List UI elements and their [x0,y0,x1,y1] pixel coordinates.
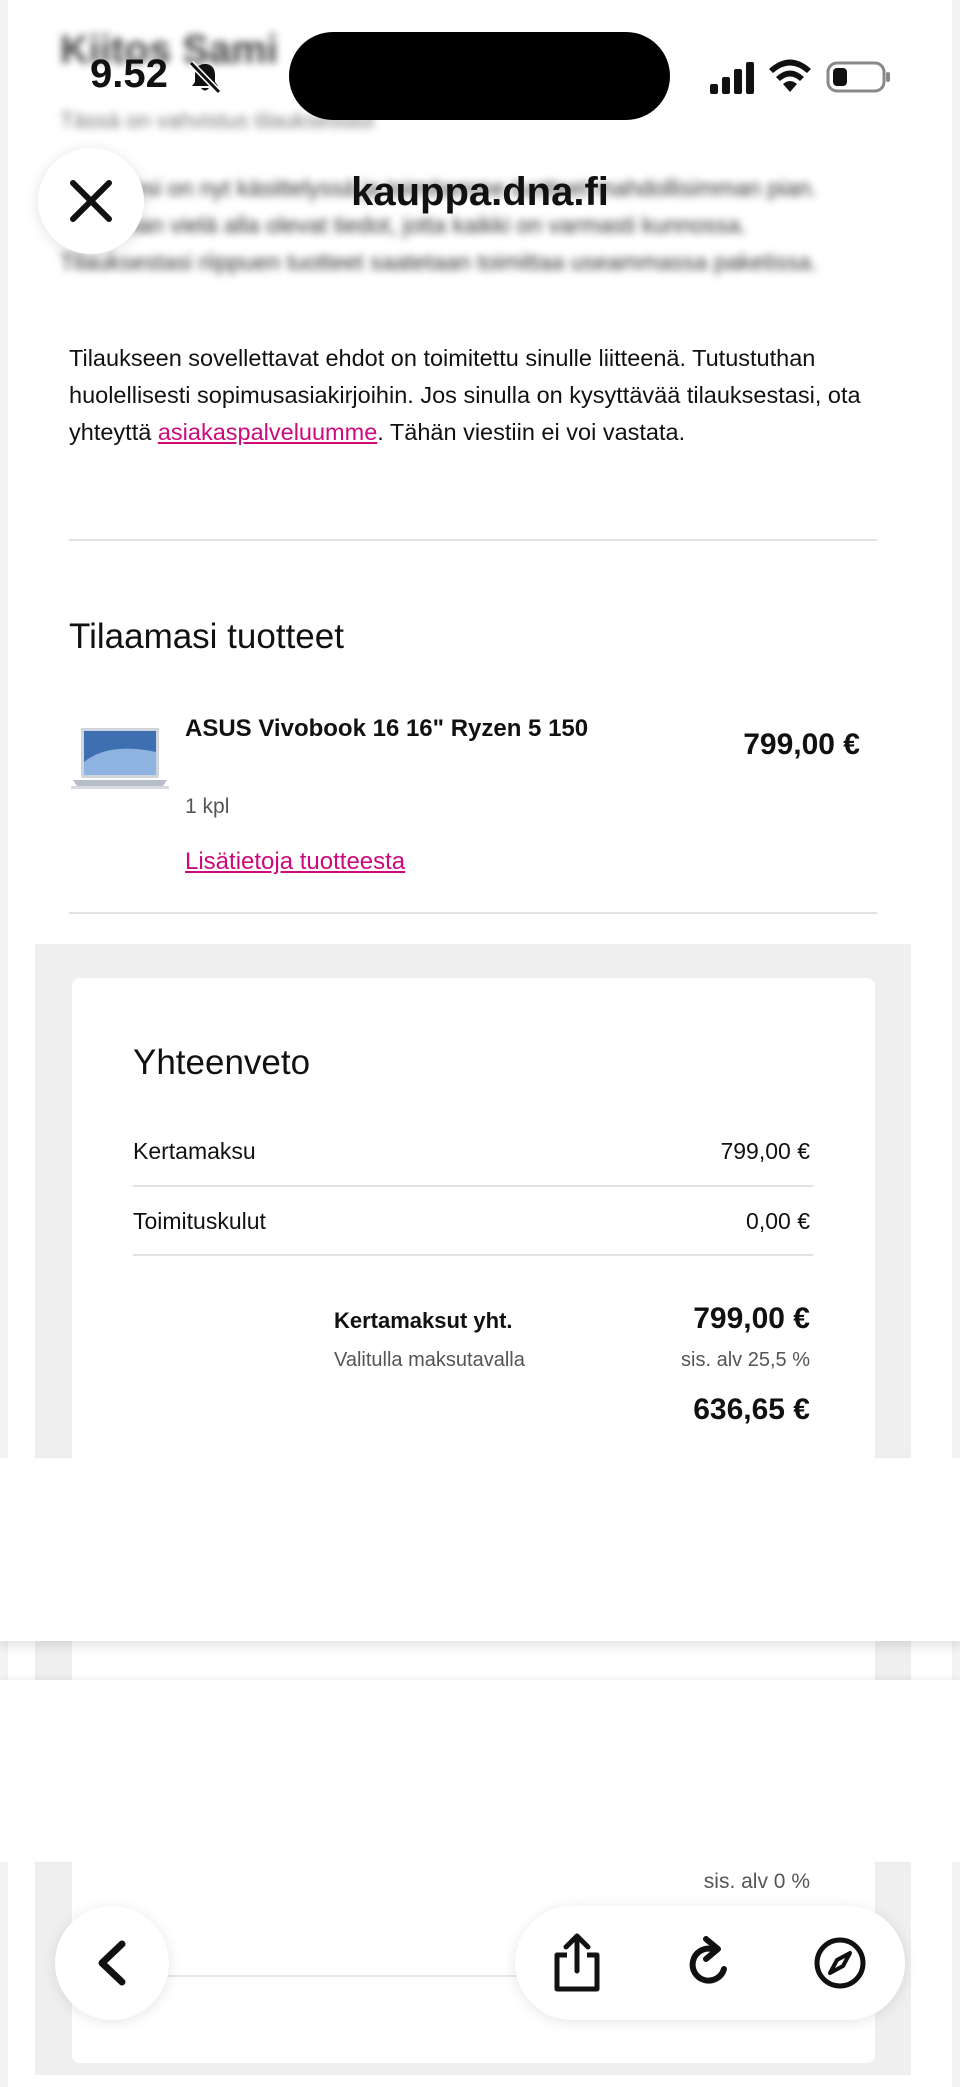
overlay-band [0,1680,960,1862]
share-icon [554,1933,600,1992]
toolbar [515,1906,905,2020]
summary-row-value: 799,00 € [720,1138,810,1164]
divider [69,912,877,914]
reload-icon [689,1936,727,1984]
row-divider [133,1185,813,1187]
summary-title: Yhteenveto [133,1043,311,1082]
bell-muted-icon [188,60,222,95]
bottom-vat: sis. alv 0 % [703,1870,810,1893]
chevron-left-icon [98,1940,126,1986]
cellular-signal-icon [710,62,754,94]
summary-row-value: 0,00 € [746,1208,810,1234]
product-quantity: 1 kpl [185,795,230,818]
wifi-icon [769,59,811,92]
terms-paragraph: Tilaukseen sovellettavat ehdot on toimit… [69,340,889,451]
reload-button[interactable] [660,1906,760,2020]
product-name: ASUS Vivobook 16 16" Ryzen 5 150 [185,715,589,742]
summary-row-label: Toimituskulut [133,1208,266,1234]
overlay-band [0,1458,960,1641]
share-button[interactable] [527,1906,627,2020]
row-divider [133,1254,813,1256]
dynamic-island [289,32,670,120]
summary-row-label: Kertamaksu [133,1138,256,1164]
terms-text-end: . Tähän viestiin ei voi vastata. [377,419,686,445]
compass-icon [814,1937,866,1989]
products-title: Tilaamasi tuotteet [69,617,344,656]
product-price: 799,00 € [743,728,860,761]
customer-service-link[interactable]: asiakaspalveluumme [158,419,377,445]
total-subtitle: Valitulla maksutavalla [334,1349,525,1371]
divider [69,539,877,541]
compass-button[interactable] [790,1906,890,2020]
laptop-image [71,728,169,789]
back-button[interactable] [55,1906,169,2020]
page-url: kauppa.dna.fi [351,170,609,214]
product-details-link[interactable]: Lisätietoja tuotteesta [185,848,405,876]
total-value: 799,00 € [693,1302,810,1335]
battery-icon [826,61,890,93]
net-value: 636,65 € [693,1393,810,1426]
total-label: Kertamaksut yht. [334,1308,513,1333]
total-vat: sis. alv 25,5 % [681,1349,810,1371]
status-time: 9.52 [90,52,168,96]
